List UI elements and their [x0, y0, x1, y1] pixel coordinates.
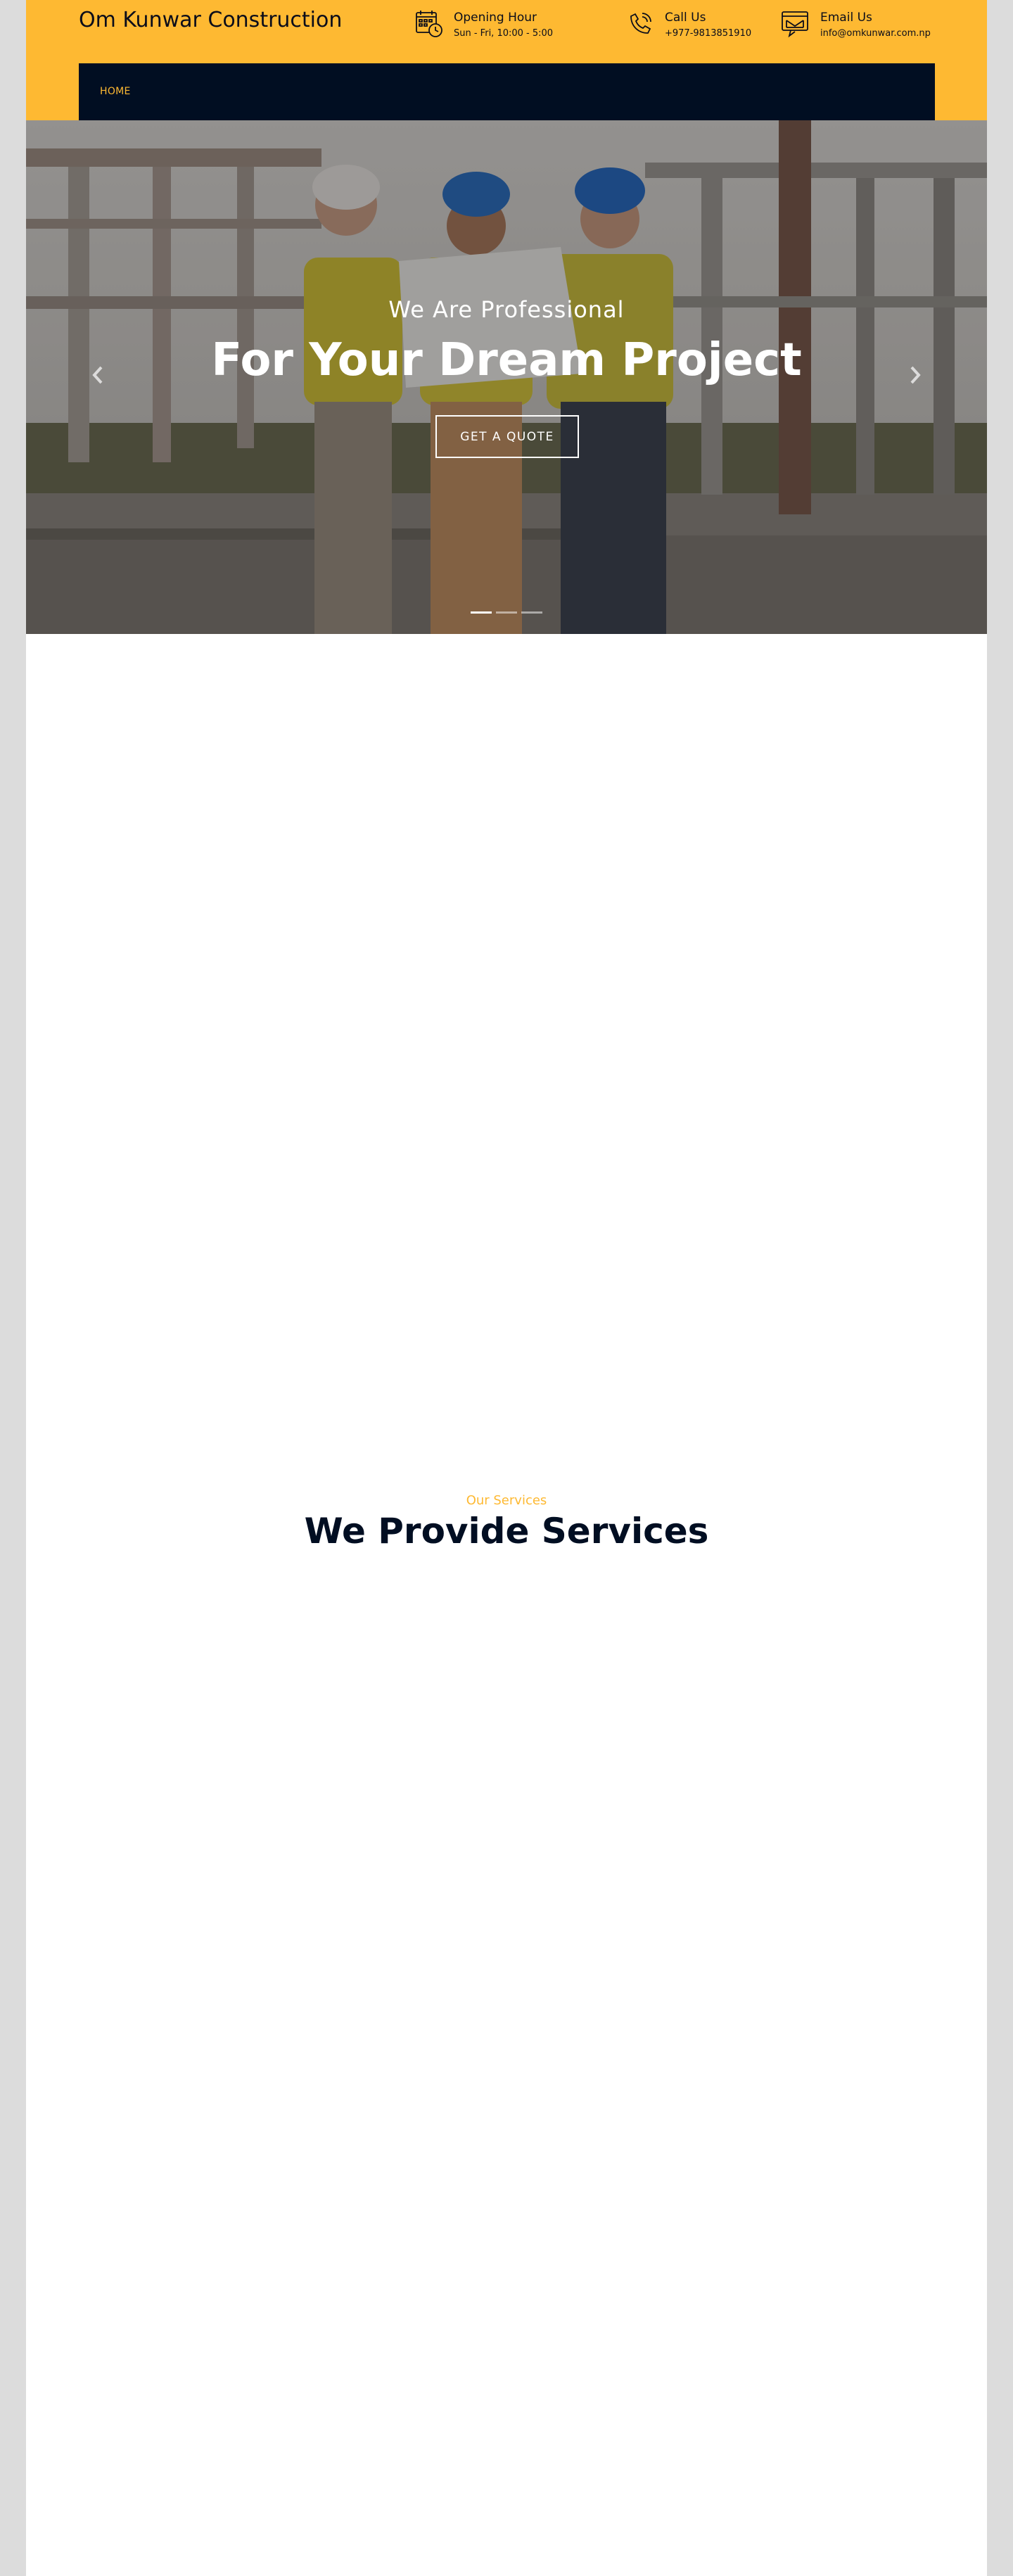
opening-hours-title: Opening Hour [454, 11, 537, 25]
hero-carousel: We Are Professional For Your Dream Proje… [26, 120, 987, 634]
get-a-quote-button[interactable]: GET A QUOTE [435, 415, 579, 458]
carousel-prev-button[interactable] [86, 363, 110, 387]
hero-title: For Your Dream Project [211, 334, 802, 386]
site-header: Om Kunwar Construction Opening Hour Sun … [26, 0, 987, 120]
opening-hours-value: Sun - Fri, 10:00 - 5:00 [454, 28, 554, 39]
services-title: We Provide Services [304, 1511, 709, 1552]
hero-subtitle: We Are Professional [388, 296, 625, 323]
email-us-value[interactable]: info@omkunwar.com.np [820, 28, 931, 39]
services-eyebrow: Our Services [466, 1493, 547, 1508]
brand-name[interactable]: Om Kunwar Construction [79, 8, 342, 32]
carousel-indicators [26, 611, 987, 614]
carousel-indicator-2[interactable] [496, 611, 517, 614]
chevron-left-icon [92, 366, 103, 384]
carousel-next-button[interactable] [903, 363, 927, 387]
opening-hours-block: Opening Hour Sun - Fri, 10:00 - 5:00 [414, 9, 553, 39]
call-us-value[interactable]: +977-9813851910 [665, 28, 751, 39]
chevron-right-icon [910, 366, 921, 384]
page: Om Kunwar Construction Opening Hour Sun … [26, 0, 987, 2576]
phone-icon [625, 9, 655, 39]
email-us-title: Email Us [820, 11, 872, 25]
carousel-indicator-3[interactable] [521, 611, 542, 614]
email-icon [781, 9, 810, 39]
email-us-block: Email Us info@omkunwar.com.np [781, 9, 931, 39]
calendar-clock-icon [414, 9, 444, 39]
call-us-title: Call Us [665, 11, 706, 25]
carousel-indicator-1[interactable] [471, 611, 492, 614]
nav-item-home[interactable]: HOME [100, 86, 131, 97]
main-navbar: HOME [79, 63, 935, 120]
call-us-block: Call Us +977-9813851910 [625, 9, 751, 39]
